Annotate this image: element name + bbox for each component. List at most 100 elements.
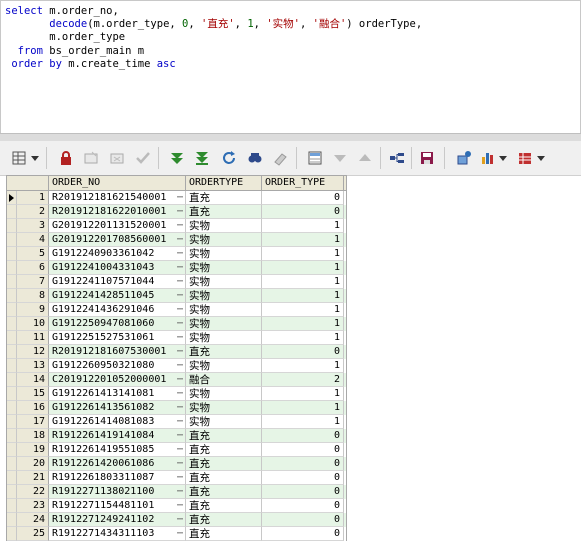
cell-ordertype[interactable]: 实物	[186, 359, 262, 373]
chart-dropdown-icon[interactable]	[498, 149, 508, 167]
query-by-example-icon[interactable]	[306, 149, 324, 167]
cell-order-type[interactable]: 1	[262, 261, 344, 275]
table-row[interactable]: 5 G1912240903361042 ⋯ 实物 1	[7, 247, 346, 261]
row-indicator[interactable]	[7, 471, 17, 485]
table-row[interactable]: 11 G1912251527531061 ⋯ 实物 1	[7, 331, 346, 345]
cell-order-type[interactable]: 0	[262, 457, 344, 471]
cell-order-type[interactable]: 1	[262, 233, 344, 247]
sql-text[interactable]: select m.order_no, decode(m.order_type, …	[5, 5, 422, 71]
cell-ellipsis-button[interactable]: ⋯	[175, 233, 185, 246]
cell-order-no[interactable]: R1912261419141084 ⋯	[49, 429, 186, 443]
row-indicator[interactable]	[7, 317, 17, 331]
save-icon[interactable]	[418, 149, 436, 167]
cell-ordertype[interactable]: 直充	[186, 429, 262, 443]
cell-order-type[interactable]: 0	[262, 513, 344, 527]
refresh-icon[interactable]	[220, 149, 238, 167]
row-indicator[interactable]	[7, 261, 17, 275]
cell-order-type[interactable]: 1	[262, 247, 344, 261]
cell-ordertype[interactable]: 直充	[186, 499, 262, 513]
cell-order-type[interactable]: 0	[262, 345, 344, 359]
cell-order-type[interactable]: 2	[262, 373, 344, 387]
table-row[interactable]: 1 R201912181621540001 ⋯ 直充 0	[7, 191, 346, 205]
cell-ordertype[interactable]: 直充	[186, 485, 262, 499]
row-indicator[interactable]	[7, 513, 17, 527]
cell-ellipsis-button[interactable]: ⋯	[175, 359, 185, 372]
cell-ellipsis-button[interactable]: ⋯	[175, 401, 185, 414]
clear-icon[interactable]	[271, 149, 289, 167]
cell-ellipsis-button[interactable]: ⋯	[175, 205, 185, 218]
row-indicator[interactable]	[7, 415, 17, 429]
cell-order-type[interactable]: 0	[262, 205, 344, 219]
column-header-order-type[interactable]: ORDER_TYPE	[262, 176, 344, 190]
cell-order-no[interactable]: R1912271434311103 ⋯	[49, 527, 186, 541]
cell-ellipsis-button[interactable]: ⋯	[175, 415, 185, 428]
cell-order-type[interactable]: 1	[262, 331, 344, 345]
export-dropdown-icon[interactable]	[536, 149, 546, 167]
cell-order-no[interactable]: G1912240903361042 ⋯	[49, 247, 186, 261]
cell-order-no[interactable]: G1912260950321080 ⋯	[49, 359, 186, 373]
cell-ellipsis-button[interactable]: ⋯	[175, 331, 185, 344]
lock-icon[interactable]	[57, 149, 75, 167]
cell-ellipsis-button[interactable]: ⋯	[175, 275, 185, 288]
cell-ordertype[interactable]: 直充	[186, 443, 262, 457]
cell-ordertype[interactable]: 实物	[186, 247, 262, 261]
cell-order-no[interactable]: G1912241428511045 ⋯	[49, 289, 186, 303]
grid-options-icon[interactable]	[10, 149, 28, 167]
cell-ellipsis-button[interactable]: ⋯	[175, 499, 185, 512]
cell-ordertype[interactable]: 直充	[186, 471, 262, 485]
cell-ordertype[interactable]: 直充	[186, 191, 262, 205]
cell-order-no[interactable]: R1912271154481101 ⋯	[49, 499, 186, 513]
row-indicator[interactable]	[7, 401, 17, 415]
row-indicator[interactable]	[7, 191, 17, 205]
cell-order-type[interactable]: 1	[262, 415, 344, 429]
cell-order-type[interactable]: 1	[262, 219, 344, 233]
cell-ellipsis-button[interactable]: ⋯	[175, 261, 185, 274]
cell-order-no[interactable]: R1912261419551085 ⋯	[49, 443, 186, 457]
cell-order-no[interactable]: G1912261413141081 ⋯	[49, 387, 186, 401]
sql-editor[interactable]: select m.order_no, decode(m.order_type, …	[0, 0, 581, 134]
cell-ellipsis-button[interactable]: ⋯	[175, 191, 185, 204]
table-row[interactable]: 20 R1912261420061086 ⋯ 直充 0	[7, 457, 346, 471]
table-row[interactable]: 3 G201912201131520001 ⋯ 实物 1	[7, 219, 346, 233]
sort-descending-icon[interactable]	[331, 149, 349, 167]
row-indicator[interactable]	[7, 205, 17, 219]
row-indicator[interactable]	[7, 247, 17, 261]
cell-ellipsis-button[interactable]: ⋯	[175, 485, 185, 498]
cell-order-type[interactable]: 0	[262, 527, 344, 541]
table-row[interactable]: 6 G1912241004331043 ⋯ 实物 1	[7, 261, 346, 275]
cell-ellipsis-button[interactable]: ⋯	[175, 527, 185, 540]
cell-order-type[interactable]: 0	[262, 443, 344, 457]
column-header-order-no[interactable]: ORDER_NO	[49, 176, 186, 190]
cell-ellipsis-button[interactable]: ⋯	[175, 345, 185, 358]
table-row[interactable]: 16 G1912261413561082 ⋯ 实物 1	[7, 401, 346, 415]
cell-order-no[interactable]: G1912241004331043 ⋯	[49, 261, 186, 275]
cell-order-no[interactable]: G1912261413561082 ⋯	[49, 401, 186, 415]
cell-ellipsis-button[interactable]: ⋯	[175, 247, 185, 260]
fetch-last-icon[interactable]	[193, 149, 211, 167]
cell-order-no[interactable]: G201912201708560001 ⋯	[49, 233, 186, 247]
cell-order-no[interactable]: G1912241107571044 ⋯	[49, 275, 186, 289]
row-indicator[interactable]	[7, 233, 17, 247]
cell-order-type[interactable]: 1	[262, 303, 344, 317]
cell-ellipsis-button[interactable]: ⋯	[175, 219, 185, 232]
row-indicator[interactable]	[7, 527, 17, 541]
find-icon[interactable]	[246, 149, 264, 167]
cell-ordertype[interactable]: 实物	[186, 387, 262, 401]
row-indicator[interactable]	[7, 429, 17, 443]
cell-order-type[interactable]: 0	[262, 485, 344, 499]
table-row[interactable]: 10 G1912250947081060 ⋯ 实物 1	[7, 317, 346, 331]
cell-order-no[interactable]: G1912251527531061 ⋯	[49, 331, 186, 345]
dropdown-arrow-icon[interactable]	[30, 149, 40, 167]
single-record-view-icon[interactable]	[388, 149, 406, 167]
table-row[interactable]: 19 R1912261419551085 ⋯ 直充 0	[7, 443, 346, 457]
cell-ordertype[interactable]: 实物	[186, 275, 262, 289]
table-row[interactable]: 2 R201912181622010001 ⋯ 直充 0	[7, 205, 346, 219]
cell-order-type[interactable]: 1	[262, 317, 344, 331]
cell-ordertype[interactable]: 实物	[186, 219, 262, 233]
row-indicator[interactable]	[7, 331, 17, 345]
table-row[interactable]: 23 R1912271154481101 ⋯ 直充 0	[7, 499, 346, 513]
cell-ordertype[interactable]: 实物	[186, 261, 262, 275]
sort-ascending-icon[interactable]	[356, 149, 374, 167]
row-indicator[interactable]	[7, 219, 17, 233]
cell-order-type[interactable]: 1	[262, 275, 344, 289]
